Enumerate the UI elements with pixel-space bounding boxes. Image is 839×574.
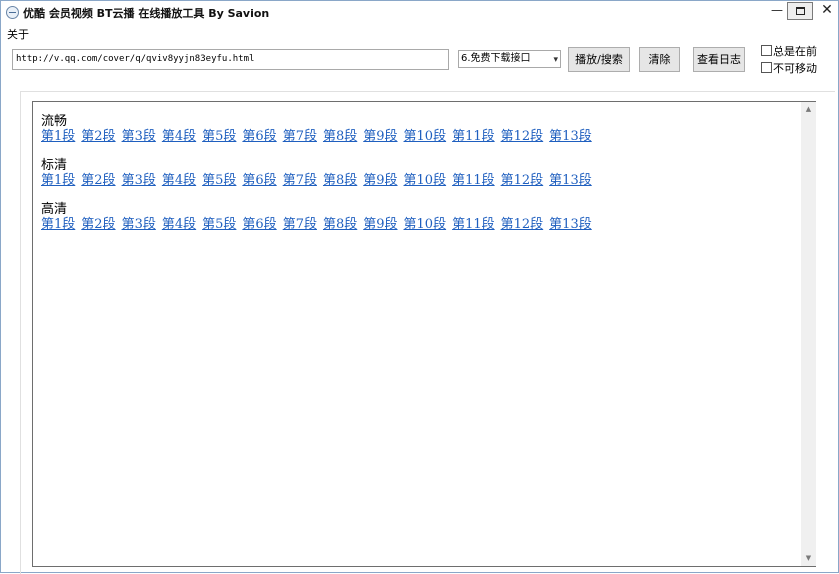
segment-link[interactable]: 第9段	[363, 173, 397, 188]
segment-link[interactable]: 第8段	[323, 129, 357, 144]
segment-link[interactable]: 第11段	[452, 173, 495, 188]
checkbox-box[interactable]	[761, 62, 772, 73]
section-title: 标清	[41, 158, 68, 173]
segment-link[interactable]: 第2段	[81, 173, 115, 188]
segment-link[interactable]: 第7段	[283, 217, 317, 232]
scroll-up-icon[interactable]: ▲	[801, 102, 816, 117]
app-icon	[6, 6, 19, 19]
segment-link[interactable]: 第13段	[549, 173, 592, 188]
segment-link[interactable]: 第6段	[242, 217, 276, 232]
segment-sections: 流畅 第1段 第2段 第3段 第4段 第5段 第6段 第7段 第8段 第9段 第10段 第11段 第1…	[41, 114, 598, 246]
source-select-value: 6.免费下载接口	[461, 53, 531, 64]
not-movable-label: 不可移动	[773, 62, 817, 75]
maximize-icon	[795, 7, 805, 15]
view-log-button[interactable]: 查看日志	[693, 47, 745, 72]
section-title: 流畅	[41, 114, 68, 129]
segment-link[interactable]: 第6段	[242, 129, 276, 144]
segment-link[interactable]: 第11段	[452, 129, 495, 144]
segment-link[interactable]: 第5段	[202, 217, 236, 232]
segment-link[interactable]: 第4段	[162, 129, 196, 144]
segment-link[interactable]: 第12段	[501, 129, 544, 144]
segment-link[interactable]: 第10段	[404, 173, 447, 188]
segment-link[interactable]: 第7段	[283, 173, 317, 188]
segment-link[interactable]: 第7段	[283, 129, 317, 144]
segment-link[interactable]: 第3段	[122, 217, 156, 232]
segment-link[interactable]: 第1段	[41, 173, 75, 188]
segment-link[interactable]: 第4段	[162, 217, 196, 232]
segment-links: 第1段 第2段 第3段 第4段 第5段 第6段 第7段 第8段 第9段 第10段 第11段 第12段第…	[41, 129, 598, 144]
section-smooth: 流畅 第1段 第2段 第3段 第4段 第5段 第6段 第7段 第8段 第9段 第10段 第11段 第1…	[41, 114, 598, 144]
segment-link[interactable]: 第6段	[242, 173, 276, 188]
segment-link[interactable]: 第8段	[323, 217, 357, 232]
segment-link[interactable]: 第10段	[404, 217, 447, 232]
vertical-scrollbar[interactable]: ▲ ▼	[801, 102, 816, 566]
menu-bar: 关于	[1, 24, 838, 42]
segment-link[interactable]: 第3段	[122, 129, 156, 144]
segment-link[interactable]: 第10段	[404, 129, 447, 144]
url-input[interactable]: http://v.qq.com/cover/q/qviv8yyjn83eyfu.…	[12, 49, 449, 70]
segment-link[interactable]: 第4段	[162, 173, 196, 188]
segment-link[interactable]: 第2段	[81, 129, 115, 144]
segment-link[interactable]: 第2段	[81, 217, 115, 232]
app-window: 优酷 会员视频 BT云播 在线播放工具 By Savion — ✕ 关于 htt…	[0, 0, 839, 574]
section-standard: 标清 第1段 第2段 第3段 第4段 第5段 第6段 第7段 第8段 第9段 第10段 第11段 第1…	[41, 158, 598, 188]
window-title: 优酷 会员视频 BT云播 在线播放工具 By Savion	[23, 7, 270, 20]
title-bar[interactable]: 优酷 会员视频 BT云播 在线播放工具 By Savion — ✕	[1, 1, 838, 24]
segment-link[interactable]: 第1段	[41, 217, 75, 232]
segment-link[interactable]: 第9段	[363, 217, 397, 232]
segment-link[interactable]: 第8段	[323, 173, 357, 188]
section-high: 高清 第1段 第2段 第3段 第4段 第5段 第6段 第7段 第8段 第9段 第10段 第11段 第1…	[41, 202, 598, 232]
segment-links: 第1段 第2段 第3段 第4段 第5段 第6段 第7段 第8段 第9段 第10段 第11段 第12段第…	[41, 173, 598, 188]
segment-link[interactable]: 第9段	[363, 129, 397, 144]
segment-link[interactable]: 第5段	[202, 173, 236, 188]
source-select[interactable]: 6.免费下载接口 ▾	[458, 50, 561, 68]
checkbox-box[interactable]	[761, 45, 772, 56]
clear-button[interactable]: 清除	[639, 47, 680, 72]
always-on-top-label: 总是在前	[773, 45, 817, 58]
section-title: 高清	[41, 202, 68, 217]
always-on-top-checkbox[interactable]: 总是在前	[761, 43, 817, 59]
maximize-button[interactable]	[787, 2, 813, 20]
not-movable-checkbox[interactable]: 不可移动	[761, 60, 817, 76]
close-button[interactable]: ✕	[813, 2, 839, 21]
menu-about[interactable]: 关于	[7, 26, 29, 42]
scroll-down-icon[interactable]: ▼	[801, 551, 816, 566]
segment-link[interactable]: 第12段	[501, 217, 544, 232]
play-search-button[interactable]: 播放/搜索	[568, 47, 630, 72]
segment-link[interactable]: 第11段	[452, 217, 495, 232]
chevron-down-icon: ▾	[553, 55, 558, 65]
segment-link[interactable]: 第3段	[122, 173, 156, 188]
segment-link[interactable]: 第5段	[202, 129, 236, 144]
segment-links: 第1段 第2段 第3段 第4段 第5段 第6段 第7段 第8段 第9段 第10段 第11段 第12段第…	[41, 217, 598, 232]
segment-link[interactable]: 第12段	[501, 173, 544, 188]
segment-link[interactable]: 第1段	[41, 129, 75, 144]
segment-link[interactable]: 第13段	[549, 217, 592, 232]
segment-link[interactable]: 第13段	[549, 129, 592, 144]
